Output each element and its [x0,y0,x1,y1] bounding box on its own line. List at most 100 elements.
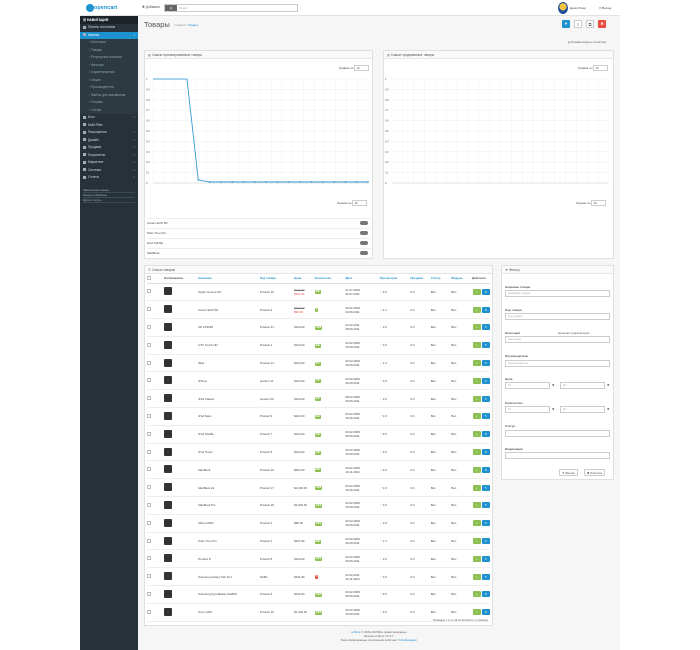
show-select[interactable]: 10 [591,200,607,206]
add-action-button[interactable]: + [472,288,481,295]
sidebar-item[interactable]: Продажи > [80,144,138,152]
edit-action-button[interactable]: ✎ [481,360,490,367]
legend-toggle[interactable] [360,231,368,235]
sidebar-item[interactable]: › Статьи [80,106,138,114]
row-checkbox[interactable] [147,520,151,525]
row-checkbox[interactable] [147,609,151,614]
legend-row[interactable]: Palm Treo Pro [147,228,371,236]
filter-noindex-select[interactable] [505,452,610,459]
filter-reset-button[interactable]: ✖ Очистить [584,469,606,476]
sidebar-item[interactable]: › Опции [80,76,138,84]
sidebar-item[interactable]: › Производители [80,84,138,92]
delete-button[interactable]: ✖ [598,20,606,28]
toggle-stats-link[interactable]: ▤ Показать/скрыть статистику [568,40,606,44]
column-header[interactable]: Количество [314,274,346,284]
edit-action-button[interactable]: ✎ [481,573,490,580]
add-action-button[interactable]: + [472,591,481,598]
row-checkbox[interactable] [147,413,151,418]
sidebar-item[interactable]: Дизайн > [80,137,138,145]
row-checkbox[interactable] [147,538,151,543]
edit-action-button[interactable]: ✎ [481,591,490,598]
edit-action-button[interactable]: ✎ [481,342,490,349]
best-sellers-show-control[interactable]: Оценки по 10 [576,200,607,206]
add-action-button[interactable]: + [472,324,481,331]
edit-action-button[interactable]: ✎ [481,306,490,313]
filter-model-input[interactable]: Код товара [505,313,610,320]
column-header[interactable]: Код товара [259,274,295,284]
clear-qty-to-icon[interactable]: ✖ [607,407,610,411]
filter-price-to[interactable]: До [560,382,605,389]
row-checkbox[interactable] [147,342,151,347]
most-viewed-graph-control[interactable]: График по 10 [339,65,370,71]
column-header[interactable]: Статус [430,274,452,284]
sidebar-item[interactable]: › Товары [80,46,138,54]
edit-action-button[interactable]: ✎ [481,395,490,402]
add-action-button[interactable]: + [472,538,481,545]
filter-submit-button[interactable]: ▼ Фильтр [559,469,578,476]
add-action-button[interactable]: + [472,431,481,438]
search-bar[interactable]: Q Поиск [164,4,298,12]
clear-qty-from-icon[interactable]: ✖ [552,407,555,411]
clear-price-to-icon[interactable]: ✖ [607,383,610,387]
sidebar-item[interactable]: › Файлы для скачивания [80,91,138,99]
row-checkbox[interactable] [147,591,151,596]
edit-action-button[interactable]: ✎ [481,520,490,527]
row-checkbox[interactable] [147,574,151,579]
edit-action-button[interactable]: ✎ [481,609,490,616]
breadcrumb-home[interactable]: Главная [174,23,185,27]
sidebar-item[interactable]: Маркетинг > [80,159,138,167]
legend-row[interactable]: iPod Shuffle [147,238,371,246]
column-header[interactable]: Дата [345,274,380,284]
graph-select[interactable]: 10 [354,65,370,71]
edit-action-button[interactable]: ✎ [481,484,490,491]
edit-action-button[interactable]: ✎ [481,555,490,562]
row-checkbox[interactable] [147,485,151,490]
add-action-button[interactable]: + [472,520,481,527]
add-action-button[interactable]: + [472,306,481,313]
row-checkbox[interactable] [147,431,151,436]
select-all-checkbox[interactable] [147,275,151,280]
sidebar-item[interactable]: Панель состояния [80,24,138,32]
column-header[interactable]: Название [198,274,260,284]
add-action-button[interactable]: + [472,573,481,580]
row-checkbox[interactable] [147,378,151,383]
user-menu[interactable]: Демо Юзер [558,2,594,14]
add-action-button[interactable]: + [472,342,481,349]
brand-logo[interactable]: opencart [86,3,117,13]
edit-action-button[interactable]: ✎ [481,324,490,331]
edit-action-button[interactable]: ✎ [481,538,490,545]
edit-action-button[interactable]: ✎ [481,466,490,473]
edit-action-button[interactable]: ✎ [481,449,490,456]
filter-status-select[interactable] [505,430,610,437]
search-type-select[interactable]: Q [165,5,177,11]
sidebar-item[interactable]: Отчеты > [80,174,138,182]
add-action-button[interactable]: + [472,360,481,367]
column-header[interactable]: Цена [294,274,315,284]
filter-qty-from[interactable]: От [505,406,550,413]
copy-button[interactable]: ⧉ [586,20,594,28]
add-action-button[interactable]: + [472,555,481,562]
graph-select[interactable]: 10 [593,65,609,71]
row-checkbox[interactable] [147,289,151,294]
sidebar-item[interactable]: Блог > [80,114,138,122]
add-action-button[interactable]: + [472,466,481,473]
sidebar-item[interactable]: Расширения > [80,129,138,137]
column-header[interactable]: Модуль [451,274,472,284]
show-select[interactable]: 10 [352,200,368,206]
legend-row[interactable]: Canon EOS 5D [147,218,371,226]
edit-action-button[interactable]: ✎ [481,431,490,438]
most-viewed-show-control[interactable]: Оценки по 10 [337,200,368,206]
column-header[interactable]: Просмотров [379,274,411,284]
add-action-button[interactable]: + [472,502,481,509]
add-action-button[interactable]: + [472,413,481,420]
sidebar-item[interactable]: › Фильтры [80,61,138,69]
sidebar-item[interactable]: Покупатели > [80,152,138,160]
sidebar-item[interactable]: › Регулярные платежи [80,54,138,62]
row-checkbox[interactable] [147,396,151,401]
search-input[interactable]: Поиск [179,5,187,11]
edit-action-button[interactable]: ✎ [481,377,490,384]
sidebar-item[interactable]: › Категории [80,39,138,47]
sort-button[interactable]: ≡ [574,20,582,28]
footer-partner-link[interactable]: TurboNavigator [398,638,417,642]
row-checkbox[interactable] [147,360,151,365]
